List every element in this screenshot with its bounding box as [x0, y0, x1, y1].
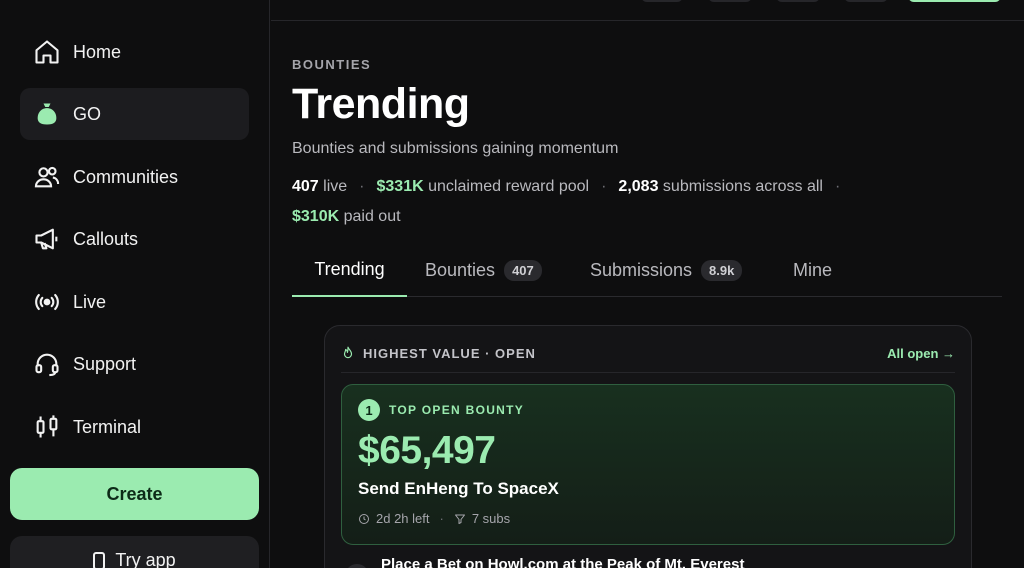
tab-label: Bounties [425, 260, 496, 280]
live-count: 407 [292, 178, 319, 195]
top-bar-button[interactable] [844, 0, 888, 2]
time-left: 2d 2h left [376, 511, 430, 526]
card-heading: HIGHEST VALUE · OPEN [363, 345, 536, 361]
megaphone-icon [32, 224, 62, 254]
filter-icon [454, 514, 465, 524]
top-bar-button[interactable] [776, 0, 820, 2]
tab-bounties[interactable]: Bounties 407 [425, 244, 542, 297]
try-app-label: Try app [115, 550, 176, 568]
tab-trending[interactable]: Trending [292, 244, 407, 297]
sidebar-item-label: Communities [73, 166, 179, 187]
sidebar-item-home[interactable]: Home [20, 26, 249, 78]
sidebar-item-label: GO [73, 103, 102, 124]
submissions-count: 2,083 [618, 178, 659, 195]
tab-label: Trending [314, 259, 385, 279]
home-icon [32, 37, 62, 67]
tab-label: Submissions [590, 260, 693, 280]
create-button[interactable]: Create [10, 468, 259, 520]
top-bar [271, 0, 1024, 21]
page-subtitle: Bounties and submissions gaining momentu… [292, 140, 619, 157]
sidebar-item-terminal[interactable]: Terminal [20, 401, 249, 453]
candlestick-icon [32, 412, 62, 442]
rank-badge: 1 [358, 399, 380, 421]
sidebar-item-label: Terminal [73, 416, 142, 437]
submissions-label: submissions across all [662, 178, 823, 195]
broadcast-icon [32, 287, 62, 317]
pool-label: unclaimed reward pool [428, 178, 590, 195]
sidebar: Home GO Communities Callouts Live Suppor… [0, 0, 270, 568]
tab-submissions[interactable]: Submissions 8.9k [590, 244, 743, 297]
sidebar-item-callouts[interactable]: Callouts [20, 213, 249, 265]
tab-bar: Trending Bounties 407 Submissions 8.9k M… [292, 244, 1002, 297]
bounty-meta: 2d 2h left · 7 subs [358, 511, 510, 526]
flame-icon [343, 346, 353, 359]
phone-icon [93, 552, 106, 568]
page-eyebrow: BOUNTIES [292, 57, 372, 72]
subs-count: 7 subs [471, 511, 511, 526]
sidebar-item-support[interactable]: Support [20, 338, 249, 390]
try-app-button[interactable]: Try app [10, 536, 259, 568]
top-bounty-label: TOP OPEN BOUNTY [389, 403, 525, 417]
top-bounty-item[interactable]: 1 TOP OPEN BOUNTY $65,497 Send EnHeng To… [341, 384, 955, 545]
tab-count-badge: 8.9k [701, 260, 743, 281]
sidebar-item-communities[interactable]: Communities [20, 151, 249, 203]
page-title: Trending [292, 80, 470, 128]
avatar [345, 564, 369, 568]
all-open-link[interactable]: All open → [887, 346, 955, 361]
tab-count-badge: 407 [504, 260, 542, 281]
stats-summary: 407 live · $331K unclaimed reward pool · 2,0… [292, 178, 841, 225]
tab-mine[interactable]: Mine [793, 244, 832, 297]
headset-icon [32, 349, 62, 379]
highest-value-card: HIGHEST VALUE · OPEN All open → 1 TOP OP… [324, 325, 972, 568]
sidebar-item-label: Support [73, 353, 137, 374]
paid-amount: $310K [292, 208, 340, 225]
app-root: Home GO Communities Callouts Live Suppor… [0, 0, 1024, 568]
top-bar-button[interactable] [708, 0, 752, 2]
sidebar-item-live[interactable]: Live [20, 276, 249, 328]
bounty-amount: $65,497 [358, 429, 496, 472]
pool-amount: $331K [376, 178, 424, 195]
live-label: live [323, 178, 348, 195]
money-bag-icon [32, 99, 62, 129]
divider [341, 372, 955, 373]
bounty-title: Send EnHeng To SpaceX [358, 479, 559, 498]
tab-label: Mine [793, 260, 833, 280]
top-bar-button[interactable] [641, 0, 683, 2]
users-icon [32, 162, 62, 192]
sidebar-item-go[interactable]: GO [20, 88, 249, 140]
paid-label: paid out [343, 208, 401, 225]
card-header: HIGHEST VALUE · OPEN All open → [341, 344, 955, 362]
sidebar-item-label: Home [73, 41, 122, 62]
sidebar-item-label: Callouts [73, 228, 139, 249]
list-item[interactable]: Place a Bet on Howl.com at the Peak of M… [381, 556, 744, 568]
top-bar-primary-button[interactable] [908, 0, 1001, 2]
clock-icon [359, 513, 369, 524]
sidebar-item-label: Live [73, 291, 107, 312]
